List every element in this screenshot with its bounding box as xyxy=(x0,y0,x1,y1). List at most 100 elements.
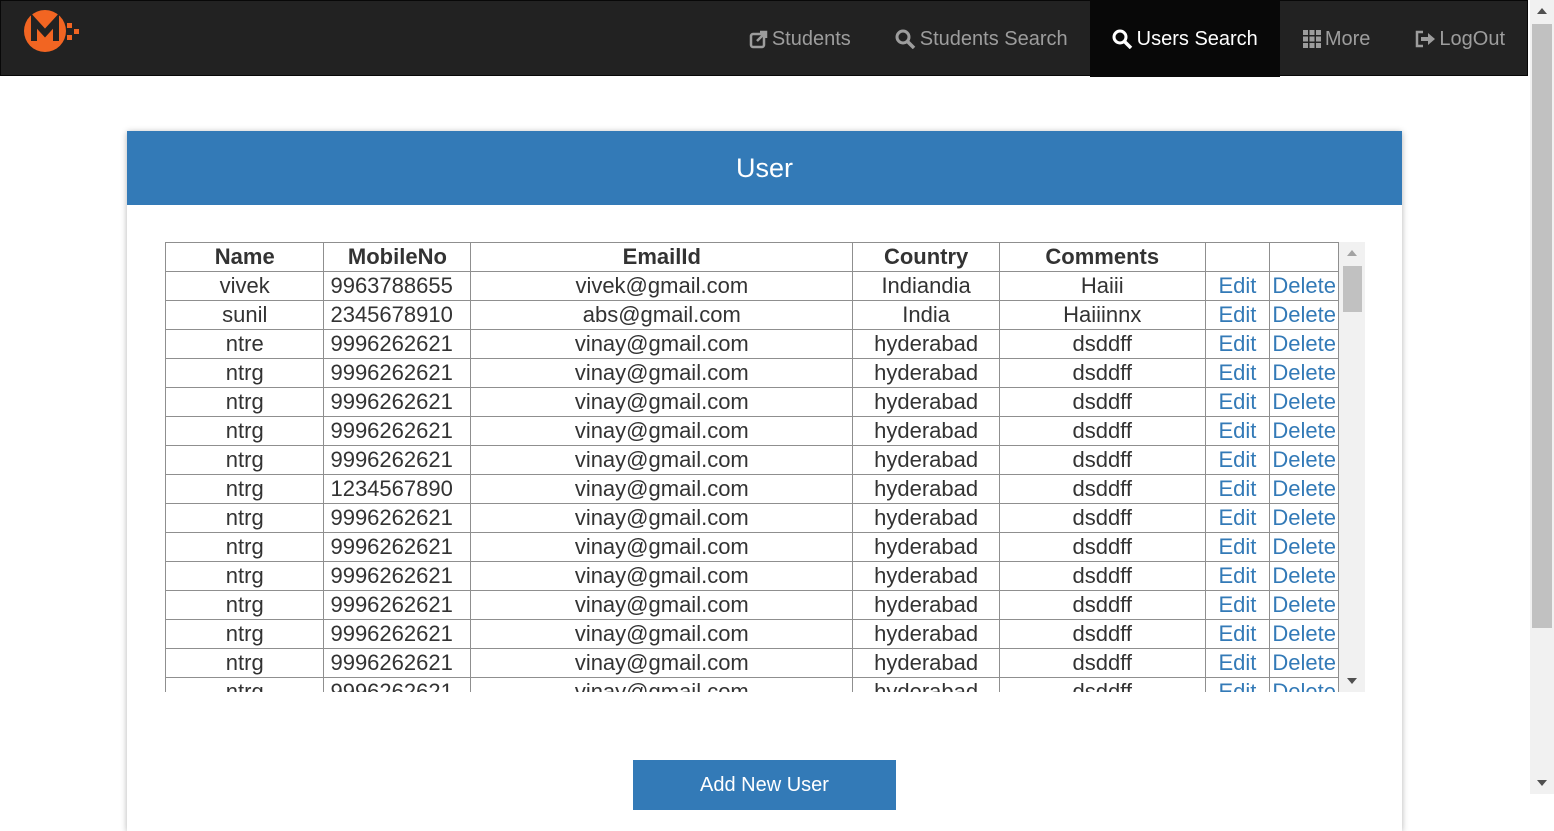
cell-country: hyderabad xyxy=(852,329,1000,359)
table-row: ntrg 9996262621 vinay@gmail.com hyderabad ds… xyxy=(165,416,1339,446)
edit-link[interactable]: Edit xyxy=(1218,679,1256,692)
delete-link[interactable]: Delete xyxy=(1272,273,1336,298)
nav-item-more[interactable]: More xyxy=(1280,1,1393,77)
cell-comments: dsddff xyxy=(999,561,1206,591)
cell-name: ntrg xyxy=(165,358,325,388)
scrollbar-thumb[interactable] xyxy=(1343,266,1362,312)
cell-name: ntrg xyxy=(165,445,325,475)
edit-link[interactable]: Edit xyxy=(1218,505,1256,530)
table-row: ntrg 9996262621 vinay@gmail.com hyderabad ds… xyxy=(165,561,1339,591)
delete-link[interactable]: Delete xyxy=(1272,679,1336,692)
edit-link[interactable]: Edit xyxy=(1218,447,1256,472)
table-row: sunil 2345678910 abs@gmail.com India Haiiinn… xyxy=(165,300,1339,330)
cell-action: Edit xyxy=(1204,329,1271,359)
delete-link[interactable]: Delete xyxy=(1272,389,1336,414)
brand-logo[interactable] xyxy=(23,7,83,55)
column-header-comments: Comments xyxy=(999,242,1206,272)
delete-link[interactable]: Delete xyxy=(1272,650,1336,675)
cell-action: Edit xyxy=(1204,590,1271,620)
cell-name: vivek xyxy=(165,271,325,301)
edit-link[interactable]: Edit xyxy=(1218,563,1256,588)
cell-email: vivek@gmail.com xyxy=(470,271,854,301)
cell-action: Edit xyxy=(1204,271,1271,301)
edit-link[interactable]: Edit xyxy=(1218,331,1256,356)
cell-comments: dsddff xyxy=(999,648,1206,678)
delete-link[interactable]: Delete xyxy=(1272,331,1336,356)
delete-link[interactable]: Delete xyxy=(1272,476,1336,501)
cell-country: hyderabad xyxy=(852,677,1000,692)
cell-email: vinay@gmail.com xyxy=(470,503,854,533)
cell-comments: dsddff xyxy=(999,590,1206,620)
edit-link[interactable]: Edit xyxy=(1218,534,1256,559)
nav-item-logout[interactable]: LogOut xyxy=(1392,1,1527,77)
table-row: ntrg 9996262621 vinay@gmail.com hyderabad ds… xyxy=(165,677,1339,692)
cell-name: ntrg xyxy=(165,561,325,591)
delete-link[interactable]: Delete xyxy=(1272,563,1336,588)
cell-country: hyderabad xyxy=(852,619,1000,649)
cell-action: Delete xyxy=(1269,532,1339,562)
cell-name: sunil xyxy=(165,300,325,330)
edit-link[interactable]: Edit xyxy=(1218,389,1256,414)
top-navbar: Students Students Search Users Search Mo… xyxy=(0,0,1528,77)
delete-link[interactable]: Delete xyxy=(1272,418,1336,443)
add-new-user-button[interactable]: Add New User xyxy=(633,760,896,810)
cell-email: vinay@gmail.com xyxy=(470,561,854,591)
cell-email: vinay@gmail.com xyxy=(470,474,854,504)
edit-link[interactable]: Edit xyxy=(1218,621,1256,646)
cell-action: Edit xyxy=(1204,677,1271,692)
cell-country: India xyxy=(852,300,1000,330)
cell-action: Delete xyxy=(1269,590,1339,620)
delete-link[interactable]: Delete xyxy=(1272,360,1336,385)
delete-link[interactable]: Delete xyxy=(1272,592,1336,617)
cell-mobile: 9996262621 xyxy=(323,358,472,388)
edit-link[interactable]: Edit xyxy=(1218,302,1256,327)
cell-action: Delete xyxy=(1269,474,1339,504)
nav-item-users-search[interactable]: Users Search xyxy=(1089,1,1280,77)
cell-comments: Haiii xyxy=(999,271,1206,301)
scroll-down-arrow-icon[interactable] xyxy=(1347,678,1357,684)
cell-name: ntrg xyxy=(165,503,325,533)
scroll-up-arrow-icon[interactable] xyxy=(1537,8,1547,14)
cell-action: Edit xyxy=(1204,416,1271,446)
delete-link[interactable]: Delete xyxy=(1272,621,1336,646)
cell-comments: dsddff xyxy=(999,619,1206,649)
edit-link[interactable]: Edit xyxy=(1218,273,1256,298)
nav-item-label: Users Search xyxy=(1136,27,1258,50)
share-square-icon xyxy=(749,30,768,49)
cell-mobile: 9996262621 xyxy=(323,590,472,620)
table-row: ntrg 9996262621 vinay@gmail.com hyderabad ds… xyxy=(165,358,1339,388)
nav-item-students-search[interactable]: Students Search xyxy=(873,1,1090,77)
table-header-row: Name MobileNo EmailId Country Comments xyxy=(165,242,1339,272)
edit-link[interactable]: Edit xyxy=(1218,360,1256,385)
logout-icon xyxy=(1416,30,1436,48)
cell-comments: dsddff xyxy=(999,358,1206,388)
cell-country: hyderabad xyxy=(852,387,1000,417)
window-scrollbar[interactable] xyxy=(1530,0,1554,794)
edit-link[interactable]: Edit xyxy=(1218,476,1256,501)
cell-action: Delete xyxy=(1269,358,1339,388)
edit-link[interactable]: Edit xyxy=(1218,650,1256,675)
delete-link[interactable]: Delete xyxy=(1272,447,1336,472)
delete-link[interactable]: Delete xyxy=(1272,505,1336,530)
nav-item-students[interactable]: Students xyxy=(727,1,873,77)
cell-comments: dsddff xyxy=(999,474,1206,504)
edit-link[interactable]: Edit xyxy=(1218,418,1256,443)
users-table-container[interactable]: Name MobileNo EmailId Country Comments v… xyxy=(165,242,1365,692)
cell-action: Delete xyxy=(1269,445,1339,475)
cell-country: hyderabad xyxy=(852,445,1000,475)
table-scrollbar[interactable] xyxy=(1339,242,1365,692)
cell-action: Edit xyxy=(1204,648,1271,678)
scrollbar-thumb[interactable] xyxy=(1532,24,1552,628)
edit-link[interactable]: Edit xyxy=(1218,592,1256,617)
cell-mobile: 9996262621 xyxy=(323,532,472,562)
cell-action: Edit xyxy=(1204,387,1271,417)
scroll-down-arrow-icon[interactable] xyxy=(1537,780,1547,786)
cell-comments: dsddff xyxy=(999,445,1206,475)
cell-email: vinay@gmail.com xyxy=(470,590,854,620)
cell-action: Edit xyxy=(1204,561,1271,591)
panel-title: User xyxy=(127,131,1402,205)
scroll-up-arrow-icon[interactable] xyxy=(1347,250,1357,256)
table-row: ntrg 9996262621 vinay@gmail.com hyderabad ds… xyxy=(165,532,1339,562)
delete-link[interactable]: Delete xyxy=(1272,534,1336,559)
delete-link[interactable]: Delete xyxy=(1272,302,1336,327)
